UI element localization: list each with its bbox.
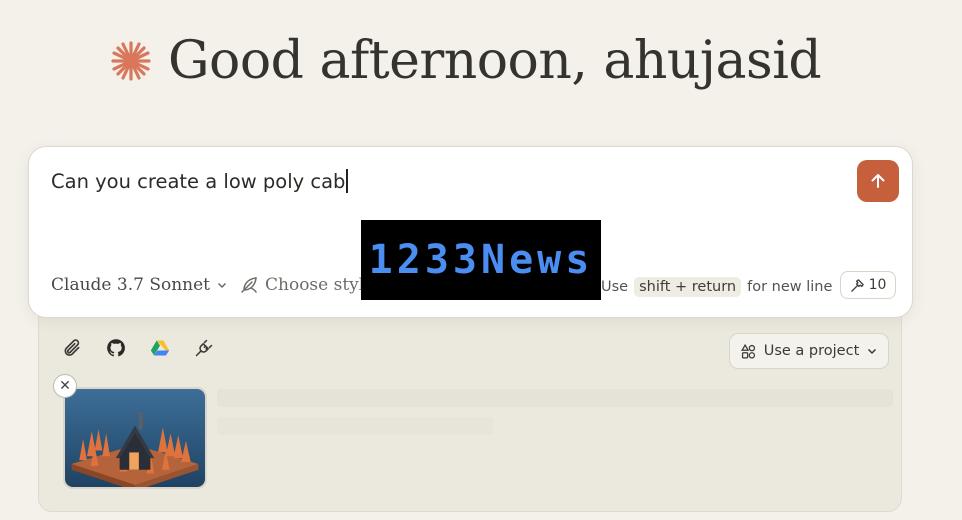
remove-attachment-button[interactable]: ✕: [53, 374, 77, 398]
prompt-input-value: Can you create a low poly cab: [51, 169, 346, 193]
model-selector[interactable]: Claude 3.7 Sonnet: [51, 275, 228, 295]
attached-image-thumbnail[interactable]: [63, 387, 207, 489]
arrow-up-icon: [871, 174, 885, 188]
google-drive-icon[interactable]: [149, 337, 171, 359]
close-icon: ✕: [59, 378, 71, 394]
paperclip-icon[interactable]: [61, 337, 83, 359]
plug-icon[interactable]: [193, 337, 215, 359]
low-poly-cabin-image: [71, 412, 199, 487]
greeting: Good afternoon, ahujasid: [108, 26, 822, 96]
newline-hint: Use shift + return for new line: [601, 277, 832, 297]
send-button[interactable]: [857, 160, 899, 202]
attachments-tray: Use a project ✕: [38, 292, 902, 512]
text-caret: [346, 169, 348, 193]
watermark-text: 1233News: [368, 237, 594, 283]
tools-count: 10: [868, 277, 887, 293]
use-project-label: Use a project: [763, 343, 860, 359]
watermark-overlay: 1233News: [361, 220, 601, 300]
hint-prefix: Use: [601, 279, 629, 295]
greeting-text: Good afternoon, ahujasid: [168, 31, 822, 91]
chevron-down-icon: [217, 282, 227, 289]
model-label: Claude 3.7 Sonnet: [51, 275, 210, 295]
hammer-icon: [850, 278, 864, 292]
style-selector[interactable]: Choose style: [239, 275, 374, 295]
placeholder-bar: [217, 417, 493, 435]
project-shapes-icon: [740, 343, 755, 359]
integration-icons: [61, 337, 215, 359]
github-icon[interactable]: [105, 337, 127, 359]
style-label: Choose style: [265, 275, 375, 295]
hint-suffix: for new line: [747, 279, 833, 295]
placeholder-bar: [217, 389, 893, 407]
feather-pen-icon: [241, 277, 257, 293]
tools-button[interactable]: 10: [840, 271, 896, 299]
chat-home: Good afternoon, ahujasid Use a project ✕…: [0, 0, 962, 520]
anthropic-spark-icon: [111, 41, 151, 81]
use-project-button[interactable]: Use a project: [729, 333, 889, 369]
hint-shortcut: shift + return: [634, 277, 742, 297]
chevron-down-icon: [868, 348, 877, 355]
prompt-input[interactable]: Can you create a low poly cab: [51, 169, 348, 193]
